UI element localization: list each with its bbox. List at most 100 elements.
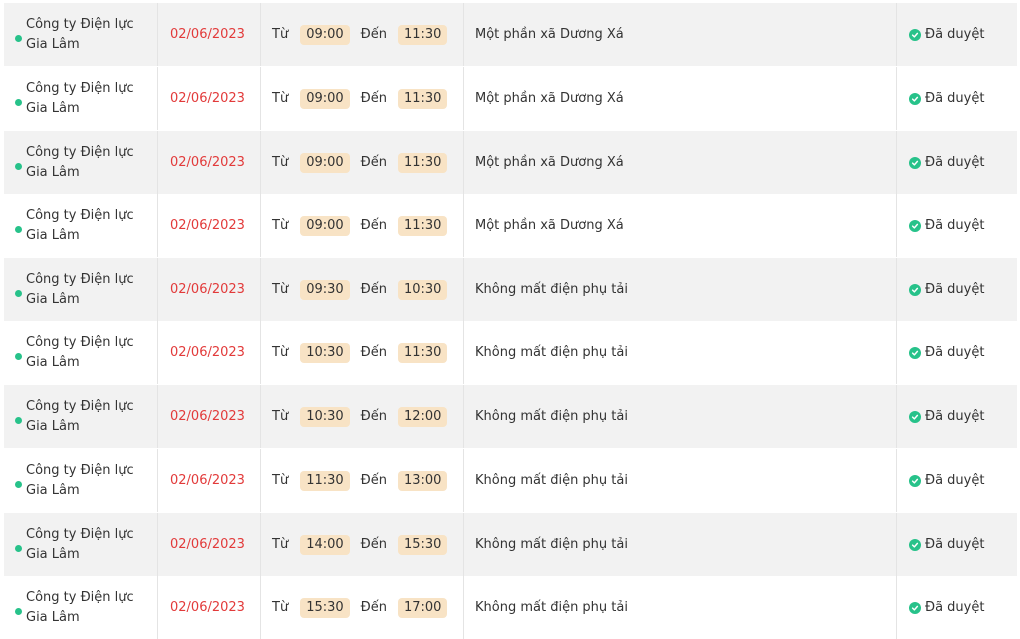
status-cell: Đã duyệt bbox=[897, 67, 1017, 130]
check-circle-icon bbox=[909, 92, 921, 105]
status-cell: Đã duyệt bbox=[897, 194, 1017, 257]
organization-name: Công ty Điện lực Gia Lâm bbox=[26, 462, 134, 498]
organization-cell: Công ty Điện lực Gia Lâm bbox=[4, 131, 158, 194]
status-dot-icon bbox=[15, 417, 22, 424]
end-time-badge: 11:30 bbox=[397, 342, 448, 363]
time-range-cell: Từ 10:30 Đến 12:00 bbox=[261, 385, 464, 448]
date-cell: 02/06/2023 bbox=[158, 576, 261, 639]
area-cell: Một phần xã Dương Xá bbox=[464, 194, 897, 257]
affected-area: Một phần xã Dương Xá bbox=[475, 91, 624, 106]
end-time-badge: 11:30 bbox=[397, 152, 448, 173]
status-badge: Đã duyệt bbox=[909, 345, 984, 360]
start-time-badge: 11:30 bbox=[300, 470, 350, 491]
outage-date: 02/06/2023 bbox=[170, 345, 245, 360]
to-label: Đến bbox=[360, 537, 387, 552]
to-label: Đến bbox=[360, 600, 387, 615]
to-label: Đến bbox=[360, 345, 387, 360]
end-time-badge: 17:00 bbox=[397, 597, 448, 618]
from-label: Từ bbox=[272, 218, 289, 233]
end-time-badge: 15:30 bbox=[397, 534, 448, 555]
status-dot-icon bbox=[15, 99, 22, 106]
organization-cell: Công ty Điện lực Gia Lâm bbox=[4, 449, 158, 512]
status-dot-icon bbox=[15, 608, 22, 615]
affected-area: Không mất điện phụ tải bbox=[475, 409, 628, 424]
from-label: Từ bbox=[272, 345, 289, 360]
start-time-badge: 15:30 bbox=[300, 597, 350, 618]
organization-name: Công ty Điện lực Gia Lâm bbox=[26, 334, 134, 370]
status-badge: Đã duyệt bbox=[909, 409, 984, 424]
status-badge: Đã duyệt bbox=[909, 282, 984, 297]
from-label: Từ bbox=[272, 27, 289, 42]
organization-cell: Công ty Điện lực Gia Lâm bbox=[4, 576, 158, 639]
check-circle-icon bbox=[909, 28, 921, 41]
affected-area: Một phần xã Dương Xá bbox=[475, 155, 624, 170]
time-range-cell: Từ 09:00 Đến 11:30 bbox=[261, 131, 464, 194]
table-row: Công ty Điện lực Gia Lâm 02/06/2023 Từ 0… bbox=[4, 194, 1017, 257]
outage-date: 02/06/2023 bbox=[170, 91, 245, 106]
date-cell: 02/06/2023 bbox=[158, 449, 261, 512]
affected-area: Không mất điện phụ tải bbox=[475, 345, 628, 360]
organization-cell: Công ty Điện lực Gia Lâm bbox=[4, 385, 158, 448]
status-badge: Đã duyệt bbox=[909, 537, 984, 552]
organization-cell: Công ty Điện lực Gia Lâm bbox=[4, 194, 158, 257]
status-dot-icon bbox=[15, 35, 22, 42]
area-cell: Không mất điện phụ tải bbox=[464, 258, 897, 321]
area-cell: Không mất điện phụ tải bbox=[464, 385, 897, 448]
date-cell: 02/06/2023 bbox=[158, 321, 261, 384]
status-dot-icon bbox=[15, 290, 22, 297]
organization-name: Công ty Điện lực Gia Lâm bbox=[26, 16, 134, 52]
end-time-badge: 11:30 bbox=[397, 24, 448, 45]
time-range-cell: Từ 10:30 Đến 11:30 bbox=[261, 321, 464, 384]
table-row: Công ty Điện lực Gia Lâm 02/06/2023 Từ 0… bbox=[4, 258, 1017, 321]
start-time-badge: 09:00 bbox=[300, 24, 350, 45]
table-row: Công ty Điện lực Gia Lâm 02/06/2023 Từ 1… bbox=[4, 513, 1017, 576]
organization-name: Công ty Điện lực Gia Lâm bbox=[26, 80, 134, 116]
affected-area: Một phần xã Dương Xá bbox=[475, 218, 624, 233]
date-cell: 02/06/2023 bbox=[158, 513, 261, 576]
date-cell: 02/06/2023 bbox=[158, 3, 261, 66]
area-cell: Một phần xã Dương Xá bbox=[464, 67, 897, 130]
organization-cell: Công ty Điện lực Gia Lâm bbox=[4, 67, 158, 130]
time-range-cell: Từ 09:30 Đến 10:30 bbox=[261, 258, 464, 321]
status-text: Đã duyệt bbox=[925, 218, 985, 233]
check-circle-icon bbox=[909, 219, 921, 232]
to-label: Đến bbox=[360, 155, 387, 170]
table-row: Công ty Điện lực Gia Lâm 02/06/2023 Từ 0… bbox=[4, 67, 1017, 130]
organization-name: Công ty Điện lực Gia Lâm bbox=[26, 526, 134, 562]
time-range-cell: Từ 14:00 Đến 15:30 bbox=[261, 513, 464, 576]
end-time-badge: 10:30 bbox=[397, 279, 448, 300]
status-text: Đã duyệt bbox=[925, 473, 985, 488]
status-cell: Đã duyệt bbox=[897, 385, 1017, 448]
from-label: Từ bbox=[272, 473, 289, 488]
outage-date: 02/06/2023 bbox=[170, 218, 245, 233]
start-time-badge: 09:00 bbox=[300, 88, 350, 109]
organization-name: Công ty Điện lực Gia Lâm bbox=[26, 398, 134, 434]
status-cell: Đã duyệt bbox=[897, 513, 1017, 576]
start-time-badge: 09:30 bbox=[300, 279, 350, 300]
outage-date: 02/06/2023 bbox=[170, 473, 245, 488]
status-badge: Đã duyệt bbox=[909, 91, 984, 106]
start-time-badge: 09:00 bbox=[300, 215, 350, 236]
area-cell: Không mất điện phụ tải bbox=[464, 513, 897, 576]
to-label: Đến bbox=[360, 91, 387, 106]
status-cell: Đã duyệt bbox=[897, 576, 1017, 639]
status-text: Đã duyệt bbox=[925, 345, 985, 360]
end-time-badge: 12:00 bbox=[397, 406, 448, 427]
to-label: Đến bbox=[360, 409, 387, 424]
status-text: Đã duyệt bbox=[925, 282, 985, 297]
status-dot-icon bbox=[15, 226, 22, 233]
outage-date: 02/06/2023 bbox=[170, 409, 245, 424]
check-circle-icon bbox=[909, 346, 921, 359]
affected-area: Không mất điện phụ tải bbox=[475, 600, 628, 615]
status-text: Đã duyệt bbox=[925, 409, 985, 424]
status-cell: Đã duyệt bbox=[897, 131, 1017, 194]
start-time-badge: 14:00 bbox=[300, 534, 350, 555]
status-cell: Đã duyệt bbox=[897, 449, 1017, 512]
to-label: Đến bbox=[360, 27, 387, 42]
organization-cell: Công ty Điện lực Gia Lâm bbox=[4, 3, 158, 66]
outage-date: 02/06/2023 bbox=[170, 282, 245, 297]
to-label: Đến bbox=[360, 218, 387, 233]
end-time-badge: 11:30 bbox=[397, 215, 448, 236]
check-circle-icon bbox=[909, 283, 921, 296]
table-row: Công ty Điện lực Gia Lâm 02/06/2023 Từ 1… bbox=[4, 385, 1017, 448]
